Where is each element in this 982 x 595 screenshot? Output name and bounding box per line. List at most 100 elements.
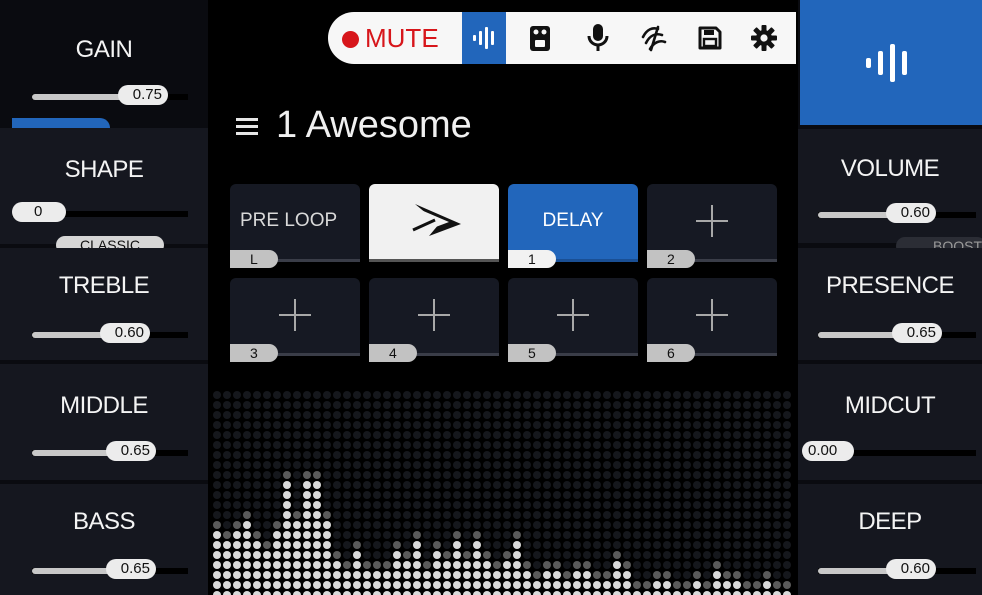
spectrum-dot	[213, 561, 221, 569]
middle-slider[interactable]: 0.65	[32, 441, 188, 461]
spectrum-dot	[473, 541, 481, 549]
gain-control[interactable]: GAIN 0.75	[0, 0, 208, 138]
spectrum-dot	[443, 451, 451, 459]
slot-empty-4[interactable]: 4	[369, 278, 499, 362]
deep-slider[interactable]: 0.60	[818, 559, 976, 579]
spectrum-dot	[343, 541, 351, 549]
spectrum-dot	[573, 511, 581, 519]
spectrum-dot	[353, 441, 361, 449]
spectrum-dot	[543, 491, 551, 499]
spectrum-dot	[693, 451, 701, 459]
spectrum-dot	[543, 451, 551, 459]
spectrum-dot	[733, 571, 741, 579]
slot-empty-2[interactable]: 2	[647, 184, 777, 268]
spectrum-dot	[453, 501, 461, 509]
waveform-mode-tile[interactable]	[800, 0, 982, 125]
tuner-button[interactable]	[632, 12, 676, 64]
waveform-button[interactable]	[462, 12, 506, 64]
spectrum-dot	[483, 431, 491, 439]
preset-title[interactable]: 1 Awesome	[236, 100, 472, 150]
slot-pre-loop[interactable]: PRE LOOP L	[230, 184, 360, 268]
shape-control[interactable]: SHAPE 0 CLASSIC	[0, 128, 208, 254]
gain-slider[interactable]: 0.75	[32, 85, 188, 105]
bass-slider[interactable]: 0.65	[32, 559, 188, 579]
spectrum-dot	[253, 391, 261, 399]
volume-control[interactable]: VOLUME 0.60 BOOST	[798, 129, 982, 255]
spectrum-dot	[413, 421, 421, 429]
menu-icon[interactable]	[236, 116, 262, 136]
spectrum-dot	[633, 471, 641, 479]
spectrum-dot	[393, 501, 401, 509]
slot-empty-3[interactable]: 3	[230, 278, 360, 362]
spectrum-dot	[753, 491, 761, 499]
bass-control[interactable]: BASS 0.65	[0, 484, 208, 595]
spectrum-dot	[463, 391, 471, 399]
presence-control[interactable]: PRESENCE 0.65	[798, 248, 982, 360]
spectrum-dot	[513, 571, 521, 579]
spectrum-dot	[613, 391, 621, 399]
shape-label: SHAPE	[64, 156, 144, 183]
spectrum-dot	[743, 571, 751, 579]
settings-button[interactable]	[742, 12, 786, 64]
spectrum-dot	[483, 531, 491, 539]
spectrum-dot	[563, 391, 571, 399]
deep-control[interactable]: DEEP 0.60	[798, 484, 982, 595]
spectrum-dot	[513, 461, 521, 469]
slot-empty-5[interactable]: 5	[508, 278, 638, 362]
spectrum-dot	[543, 571, 551, 579]
spectrum-dot	[603, 531, 611, 539]
spectrum-dot	[713, 501, 721, 509]
slot-delay[interactable]: DELAY 1	[508, 184, 638, 268]
middle-control[interactable]: MIDDLE 0.65	[0, 364, 208, 480]
spectrum-dot	[513, 551, 521, 559]
spectrum-dot	[263, 491, 271, 499]
shape-slider[interactable]: 0	[12, 202, 188, 222]
spectrum-dot	[613, 441, 621, 449]
spectrum-dot	[703, 551, 711, 559]
spectrum-dot	[453, 471, 461, 479]
spectrum-dot	[473, 401, 481, 409]
spectrum-dot	[393, 531, 401, 539]
spectrum-dot	[383, 581, 391, 589]
mute-label: MUTE	[365, 23, 439, 53]
spectrum-dot	[743, 411, 751, 419]
midcut-slider[interactable]: 0.00	[802, 441, 976, 461]
spectrum-dot	[653, 551, 661, 559]
pedal-button[interactable]	[518, 12, 562, 64]
slot-empty-6[interactable]: 6	[647, 278, 777, 362]
spectrum-dot	[663, 471, 671, 479]
spectrum-dot	[543, 511, 551, 519]
middle-label: MIDDLE	[60, 392, 148, 419]
spectrum-dot	[693, 391, 701, 399]
midcut-control[interactable]: MIDCUT 0.00	[798, 364, 982, 480]
mute-button[interactable]: MUTE	[342, 12, 439, 64]
spectrum-dot	[493, 581, 501, 589]
treble-control[interactable]: TREBLE 0.60	[0, 248, 208, 360]
volume-slider[interactable]: 0.60	[818, 203, 976, 223]
treble-slider[interactable]: 0.60	[32, 323, 188, 343]
slot-amp[interactable]	[369, 184, 499, 262]
save-button[interactable]	[688, 12, 732, 64]
spectrum-dot	[443, 531, 451, 539]
spectrum-dot	[303, 501, 311, 509]
spectrum-dot	[723, 591, 731, 595]
spectrum-dot	[523, 551, 531, 559]
spectrum-dot	[393, 451, 401, 459]
spectrum-dot	[243, 391, 251, 399]
spectrum-dot	[493, 571, 501, 579]
presence-slider[interactable]: 0.65	[818, 323, 976, 343]
spectrum-dot	[733, 531, 741, 539]
spectrum-dot	[703, 411, 711, 419]
microphone-button[interactable]	[576, 12, 620, 64]
spectrum-dot	[383, 461, 391, 469]
spectrum-dot	[423, 471, 431, 479]
spectrum-dot	[523, 481, 531, 489]
spectrum-dot	[783, 411, 791, 419]
spectrum-dot	[483, 451, 491, 459]
spectrum-dot	[573, 431, 581, 439]
spectrum-dot	[663, 481, 671, 489]
spectrum-dot	[713, 531, 721, 539]
spectrum-dot	[733, 441, 741, 449]
spectrum-dot	[783, 451, 791, 459]
spectrum-dot	[333, 571, 341, 579]
